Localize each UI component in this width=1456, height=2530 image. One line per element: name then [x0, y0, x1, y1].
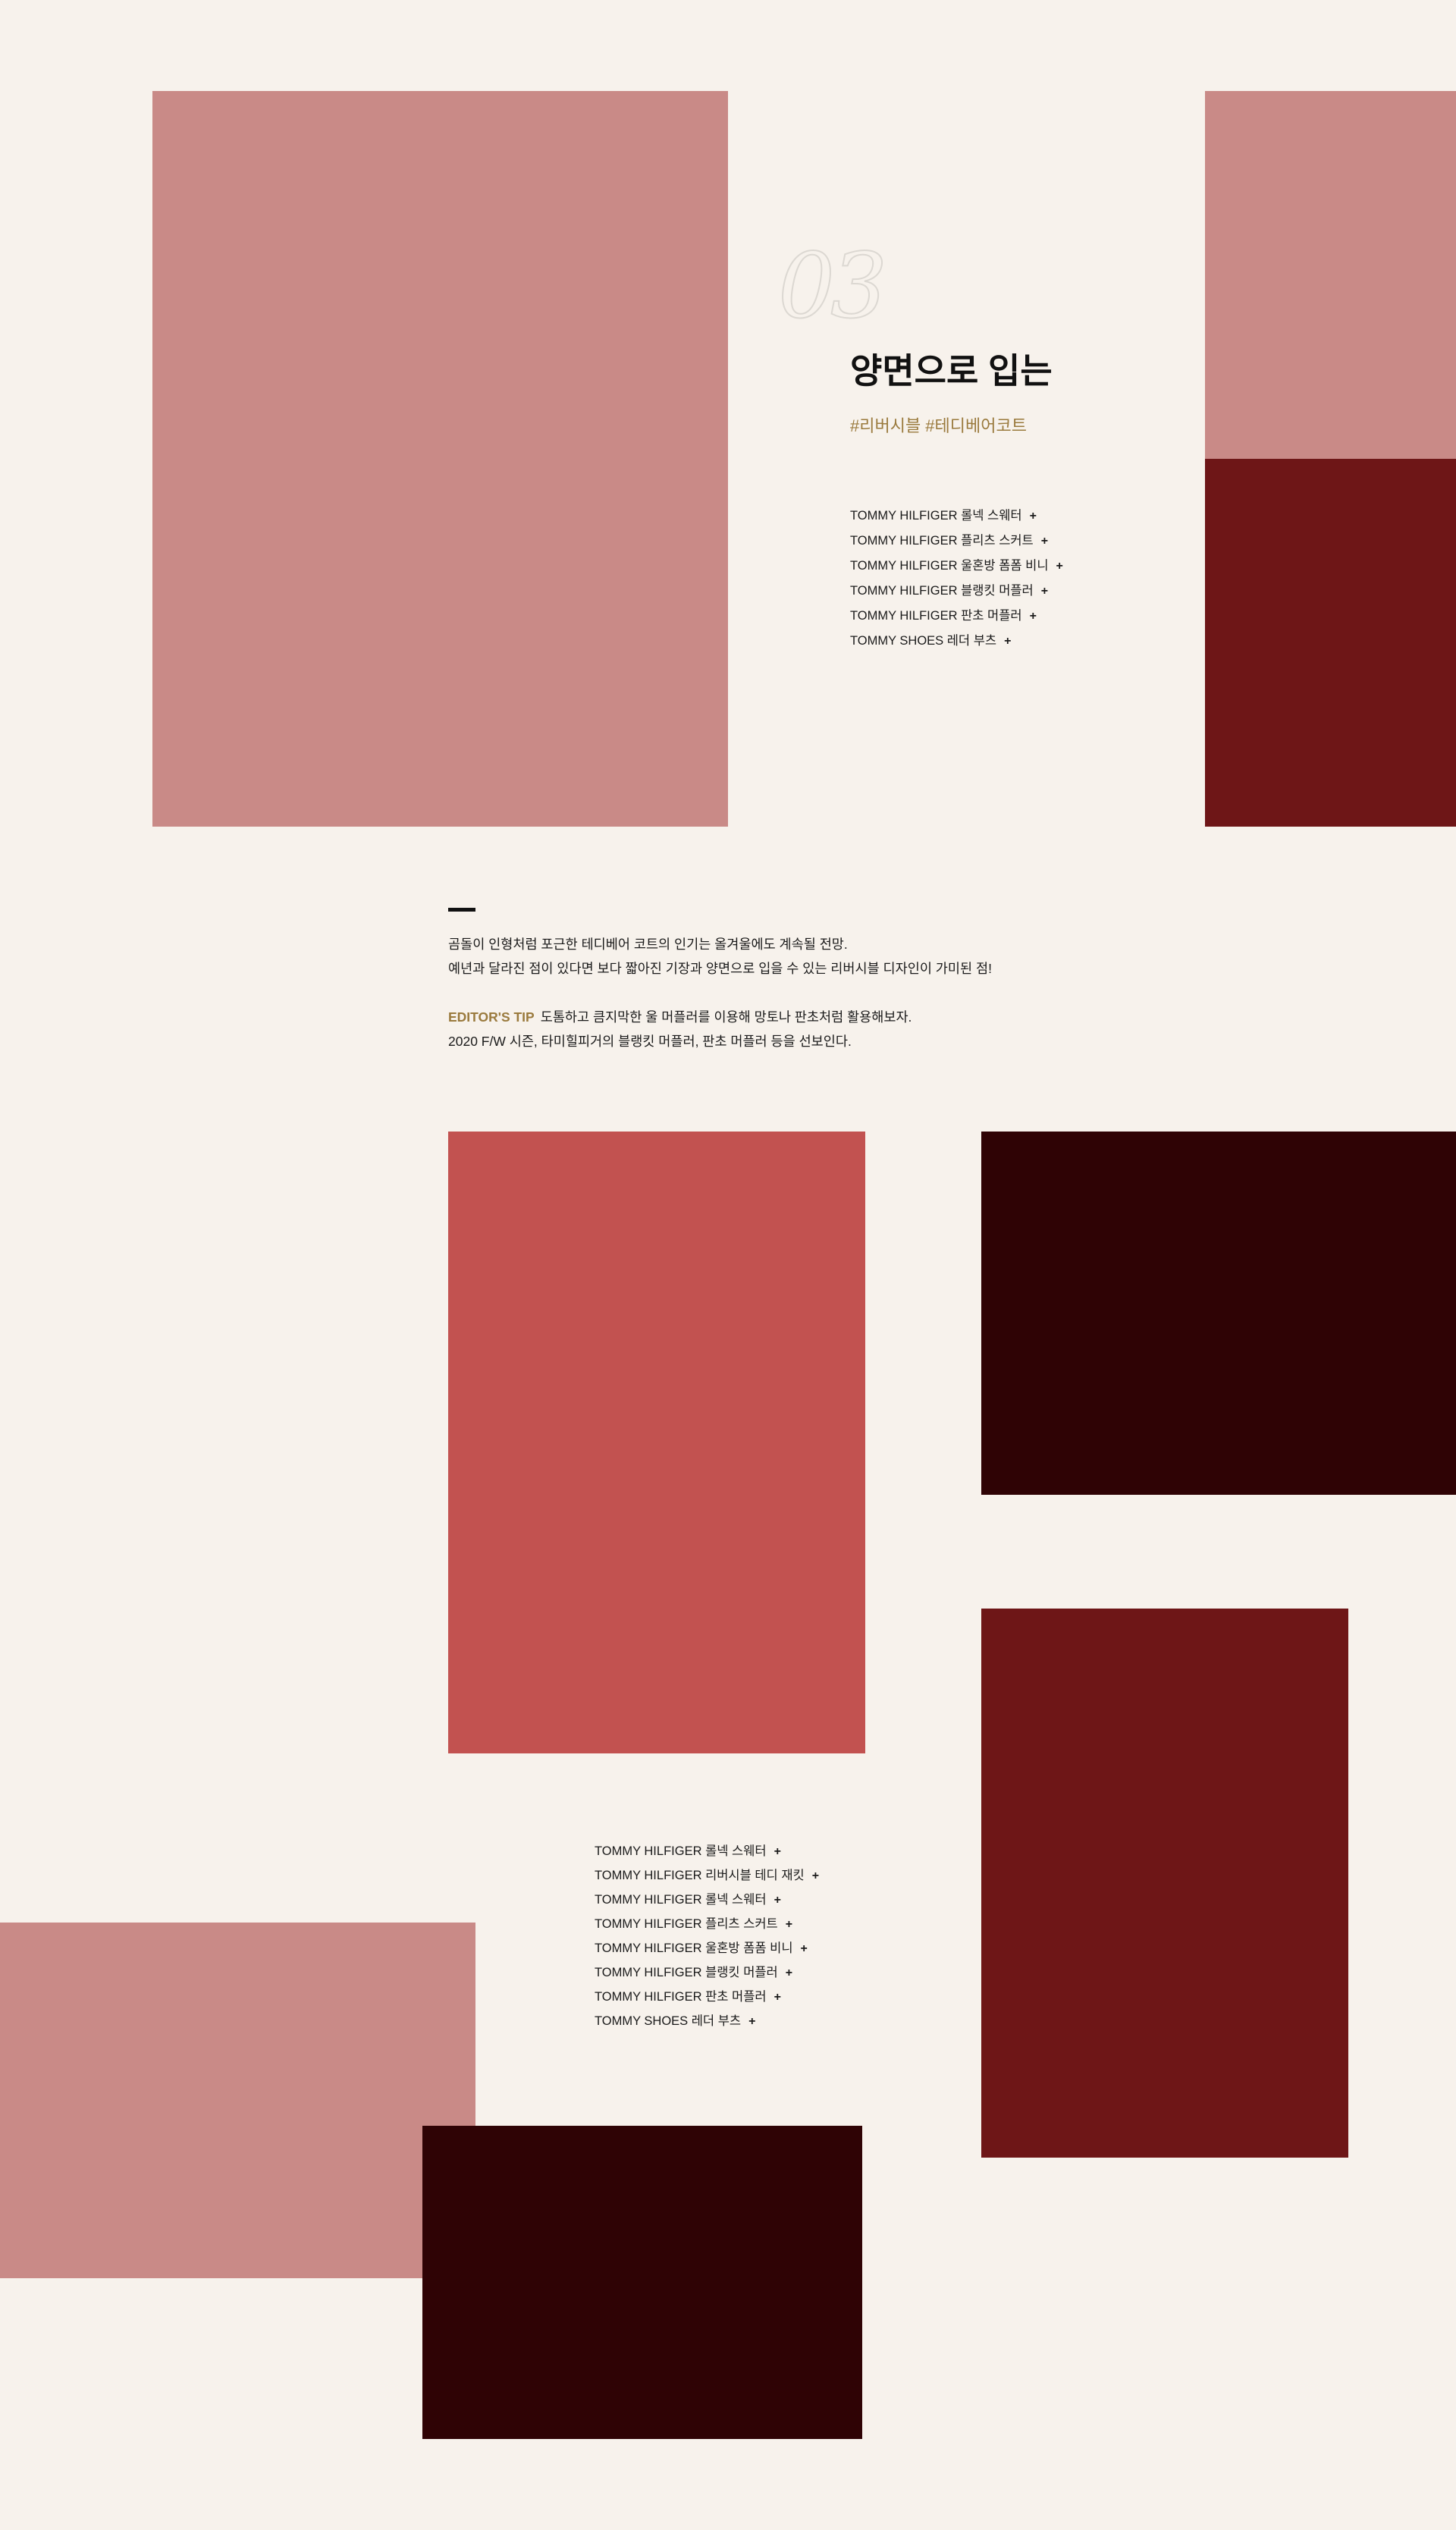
product-name: TOMMY SHOES 레더 부츠	[850, 634, 997, 648]
product-name: TOMMY HILFIGER 울혼방 폼폼 비니	[850, 559, 1049, 573]
editor-tip-label: EDITOR'S TIP	[448, 1009, 535, 1025]
editor-tip-line: 도톰하고 큼지막한 울 머플러를 이용해 망토나 판초처럼 활용해보자.	[540, 1009, 912, 1025]
plus-icon[interactable]: +	[1056, 557, 1063, 576]
section-number: 03	[777, 234, 888, 338]
editor-tip: EDITOR'S TIP 도톰하고 큼지막한 울 머플러를 이용해 망토나 판초처…	[448, 1005, 912, 1053]
plus-icon[interactable]: +	[786, 1964, 792, 1982]
plus-icon[interactable]: +	[1041, 582, 1048, 601]
product-name: TOMMY HILFIGER 플리츠 스커트	[595, 1917, 778, 1931]
product-link[interactable]: TOMMY SHOES 레더 부츠 +	[595, 2012, 819, 2036]
plus-icon[interactable]: +	[1030, 607, 1037, 626]
product-link[interactable]: TOMMY HILFIGER 리버시블 테디 재킷 +	[595, 1866, 819, 1891]
image-block-burgundy-lower	[981, 1609, 1348, 2158]
product-link[interactable]: TOMMY SHOES 레더 부츠 +	[850, 632, 1063, 657]
product-link[interactable]: TOMMY HILFIGER 판초 머플러 +	[850, 607, 1063, 632]
image-block-main-pink	[152, 91, 728, 827]
plus-icon[interactable]: +	[812, 1867, 819, 1885]
plus-icon[interactable]: +	[774, 1891, 781, 1910]
product-link[interactable]: TOMMY HILFIGER 롤넥 스웨터 +	[595, 1891, 819, 1915]
hashtags: #리버시블 #테디베어코트	[850, 416, 1027, 435]
product-name: TOMMY HILFIGER 롤넥 스웨터	[850, 509, 1022, 523]
plus-icon[interactable]: +	[786, 1916, 792, 1934]
description-line: 곰돌이 인형처럼 포근한 테디베어 코트의 인기는 올겨울에도 계속될 전망.	[448, 937, 848, 952]
product-list-top: TOMMY HILFIGER 롤넥 스웨터 + TOMMY HILFIGER 플리…	[850, 507, 1063, 657]
product-name: TOMMY HILFIGER 블랭킷 머플러	[850, 584, 1034, 598]
product-name: TOMMY HILFIGER 롤넥 스웨터	[595, 1844, 767, 1858]
product-name: TOMMY HILFIGER 플리츠 스커트	[850, 534, 1034, 548]
product-name: TOMMY HILFIGER 롤넥 스웨터	[595, 1893, 767, 1907]
image-block-brick-red	[448, 1132, 865, 1753]
plus-icon[interactable]: +	[1041, 532, 1048, 551]
image-block-pink-lower-left	[0, 1923, 475, 2278]
divider-dash	[448, 908, 475, 912]
section-title: 양면으로 입는	[850, 351, 1053, 391]
plus-icon[interactable]: +	[1004, 632, 1011, 651]
product-link[interactable]: TOMMY HILFIGER 플리츠 스커트 +	[850, 532, 1063, 557]
product-link[interactable]: TOMMY HILFIGER 블랭킷 머플러 +	[595, 1963, 819, 1988]
product-link[interactable]: TOMMY HILFIGER 롤넥 스웨터 +	[850, 507, 1063, 532]
product-name: TOMMY HILFIGER 울혼방 폼폼 비니	[595, 1941, 793, 1955]
description-line: 예년과 달라진 점이 있다면 보다 짧아진 기장과 양면으로 입을 수 있는 리…	[448, 961, 992, 976]
image-block-dark-maroon-right	[981, 1132, 1456, 1495]
product-name: TOMMY HILFIGER 판초 머플러	[595, 1990, 767, 2004]
plus-icon[interactable]: +	[748, 2013, 755, 2031]
product-link[interactable]: TOMMY HILFIGER 판초 머플러 +	[595, 1988, 819, 2012]
product-name: TOMMY HILFIGER 리버시블 테디 재킷	[595, 1869, 805, 1882]
product-link[interactable]: TOMMY HILFIGER 플리츠 스커트 +	[595, 1915, 819, 1939]
plus-icon[interactable]: +	[1030, 507, 1037, 526]
product-link[interactable]: TOMMY HILFIGER 롤넥 스웨터 +	[595, 1842, 819, 1866]
image-block-right-burgundy	[1205, 459, 1456, 827]
description: 곰돌이 인형처럼 포근한 테디베어 코트의 인기는 올겨울에도 계속될 전망. …	[448, 932, 992, 981]
plus-icon[interactable]: +	[801, 1940, 808, 1958]
product-name: TOMMY SHOES 레더 부츠	[595, 2014, 742, 2028]
plus-icon[interactable]: +	[774, 1989, 781, 2007]
image-block-right-pink	[1205, 91, 1456, 459]
product-link[interactable]: TOMMY HILFIGER 울혼방 폼폼 비니 +	[850, 557, 1063, 582]
image-block-dark-maroon-lower	[422, 2126, 862, 2439]
product-name: TOMMY HILFIGER 판초 머플러	[850, 609, 1022, 623]
product-name: TOMMY HILFIGER 블랭킷 머플러	[595, 1966, 778, 1979]
product-link[interactable]: TOMMY HILFIGER 블랭킷 머플러 +	[850, 582, 1063, 607]
product-link[interactable]: TOMMY HILFIGER 울혼방 폼폼 비니 +	[595, 1939, 819, 1963]
editor-tip-line: 2020 F/W 시즌, 타미힐피거의 블랭킷 머플러, 판초 머플러 등을 선…	[448, 1034, 852, 1049]
page: { "colors": { "background": "#f7f2ec", "…	[0, 0, 1456, 2530]
product-list-bottom: TOMMY HILFIGER 롤넥 스웨터 + TOMMY HILFIGER 리버…	[595, 1842, 819, 2036]
plus-icon[interactable]: +	[774, 1843, 781, 1861]
